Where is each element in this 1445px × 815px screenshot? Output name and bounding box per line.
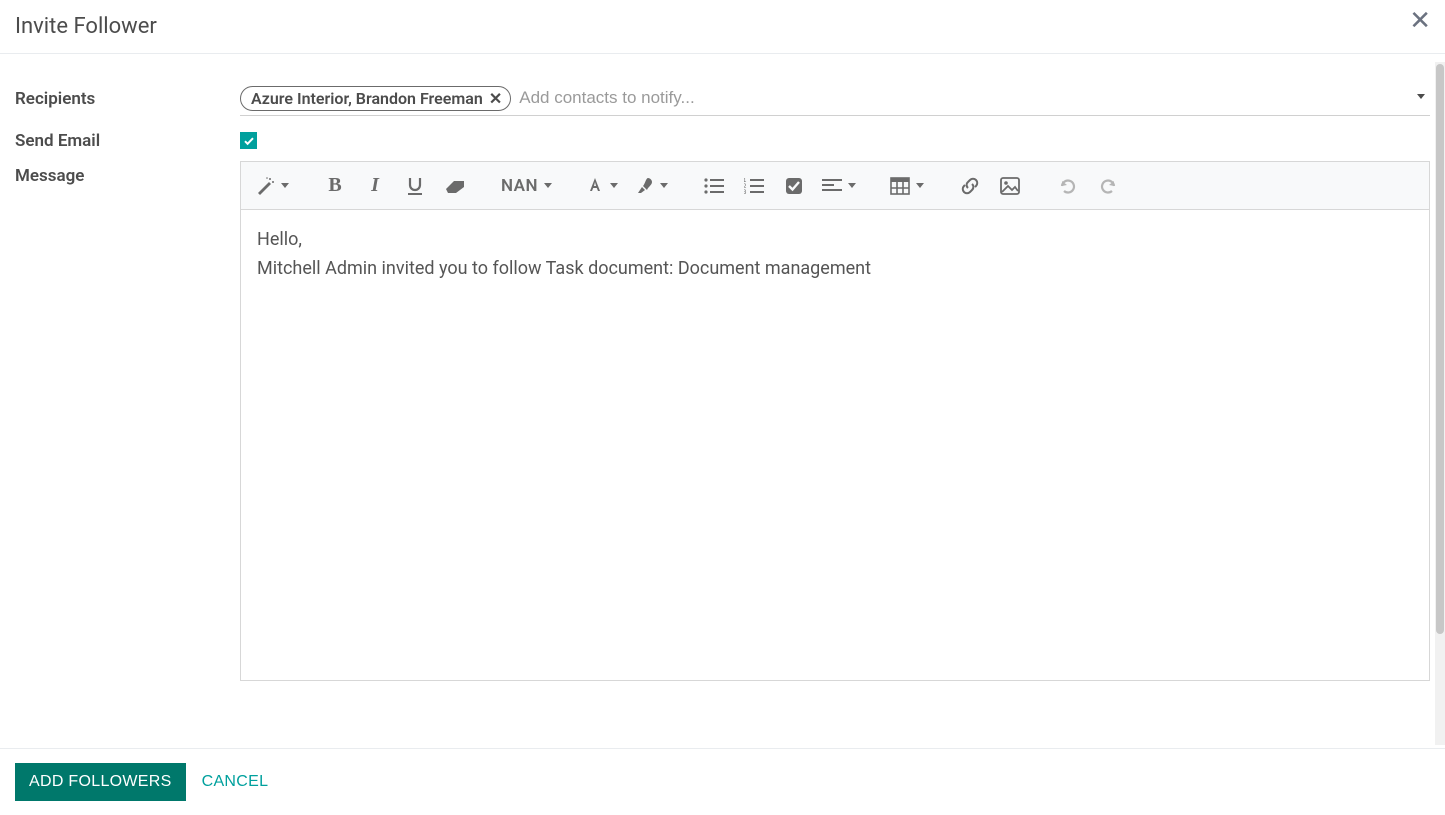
editor: B I NAN [240,161,1430,681]
link-button[interactable] [952,168,988,204]
chevron-down-icon [281,183,289,188]
recipient-tag[interactable]: Azure Interior, Brandon Freeman ✕ [240,86,511,111]
editor-toolbar: B I NAN [241,162,1429,210]
font-color-button[interactable] [580,168,624,204]
list-ul-icon [704,178,724,194]
message-editor[interactable]: Hello, Mitchell Admin invited you to fol… [241,210,1429,680]
check-icon [243,135,255,147]
font-size-button[interactable]: NAN [495,168,558,204]
scrollbar[interactable] [1435,62,1445,745]
eraser-icon [444,179,466,193]
table-button[interactable] [884,168,930,204]
magic-wand-icon [255,176,275,196]
label-message: Message [15,161,240,186]
image-button[interactable] [992,168,1028,204]
undo-button[interactable] [1050,168,1086,204]
chevron-down-icon [544,183,552,188]
send-email-field [240,126,1430,151]
send-email-checkbox[interactable] [240,132,257,149]
recipients-dropdown-icon[interactable] [1417,94,1425,99]
underline-button[interactable] [397,168,433,204]
undo-icon [1058,176,1078,196]
recipients-field-wrap: Azure Interior, Brandon Freeman ✕ [240,84,1430,116]
message-field: B I NAN [240,161,1430,681]
italic-button[interactable]: I [357,168,393,204]
font-color-icon [586,176,604,196]
recipients-input[interactable] [517,84,1430,112]
label-recipients: Recipients [15,84,240,109]
checklist-icon [785,177,803,195]
modal-title: Invite Follower [15,14,157,39]
row-message: Message B I [15,161,1430,681]
close-icon[interactable]: ✕ [1405,8,1435,34]
underline-icon [406,176,424,196]
row-recipients: Recipients Azure Interior, Brandon Freem… [15,84,1430,116]
recipients-field[interactable]: Azure Interior, Brandon Freeman ✕ [240,84,1430,116]
ordered-list-button[interactable]: 1 2 3 [736,168,772,204]
redo-button[interactable] [1090,168,1126,204]
bold-button[interactable]: B [317,168,353,204]
row-send-email: Send Email [15,126,1430,151]
message-line: Mitchell Admin invited you to follow Tas… [257,255,1413,284]
chevron-down-icon [660,183,668,188]
modal-footer: ADD FOLLOWERS CANCEL [0,748,1445,815]
svg-text:3: 3 [744,190,747,194]
link-icon [960,176,980,196]
recipient-tag-label: Azure Interior, Brandon Freeman [251,89,483,108]
checklist-button[interactable] [776,168,812,204]
list-ol-icon: 1 2 3 [744,178,764,194]
tag-remove-icon[interactable]: ✕ [489,89,502,108]
redo-icon [1098,176,1118,196]
align-icon [822,178,842,194]
remove-format-button[interactable] [437,168,473,204]
unordered-list-button[interactable] [696,168,732,204]
table-icon [890,177,910,195]
font-size-label: NAN [501,176,538,196]
chevron-down-icon [916,183,924,188]
chevron-down-icon [610,183,618,188]
highlight-button[interactable] [628,168,674,204]
chevron-down-icon [848,183,856,188]
modal-header: Invite Follower ✕ [0,0,1445,54]
magic-wand-button[interactable] [249,168,295,204]
message-line: Hello, [257,226,1413,255]
brush-icon [634,176,654,196]
scrollbar-thumb[interactable] [1436,64,1444,634]
modal-body: Recipients Azure Interior, Brandon Freem… [0,54,1445,734]
label-send-email: Send Email [15,126,240,151]
cancel-button[interactable]: CANCEL [196,763,275,801]
add-followers-button[interactable]: ADD FOLLOWERS [15,763,186,801]
image-icon [1000,177,1020,195]
align-button[interactable] [816,168,862,204]
